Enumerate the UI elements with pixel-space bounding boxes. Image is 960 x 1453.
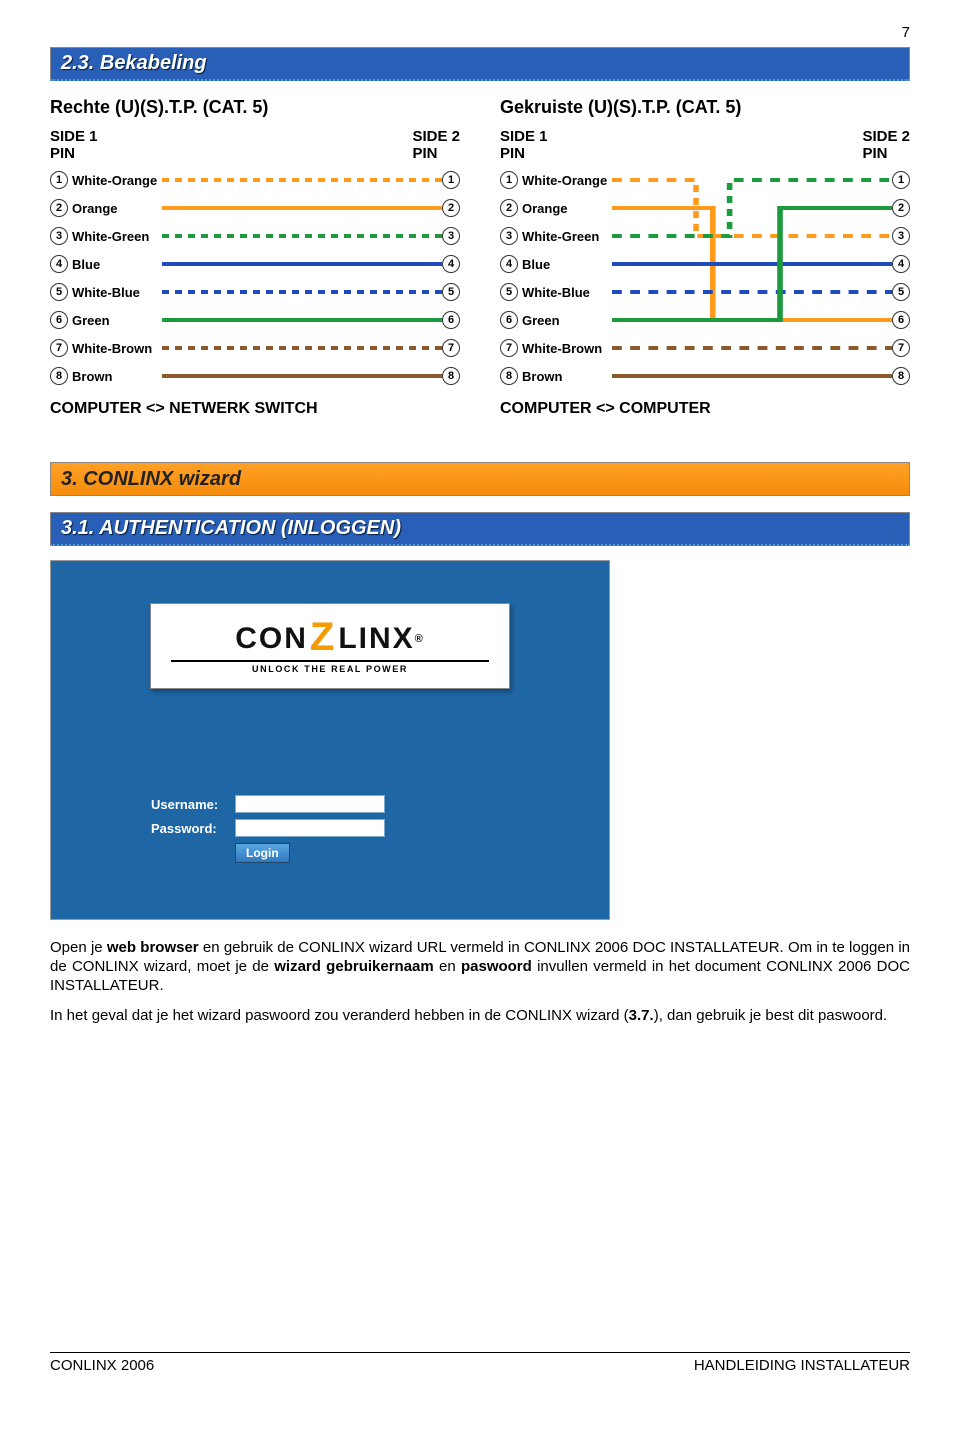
wire-label: Orange: [72, 201, 162, 216]
pin-num-right: 4: [892, 255, 910, 273]
password-label: Password:: [151, 821, 235, 836]
pin-num-left: 8: [500, 367, 518, 385]
pin-num-left: 1: [500, 171, 518, 189]
wire-label: Orange: [522, 201, 612, 216]
wire-label: White-Brown: [522, 341, 612, 356]
pin-row: 8 Brown 8: [50, 362, 460, 390]
pin-num-right: 5: [892, 283, 910, 301]
section-3-1-header: 3.1. AUTHENTICATION (INLOGGEN): [50, 512, 910, 546]
wire-label: White-Green: [72, 229, 162, 244]
section-3-title: 3. CONLINX wizard: [61, 468, 241, 491]
wire-label: White-Green: [522, 229, 612, 244]
pin-row: 7 White-Brown 7: [50, 334, 460, 362]
pin-num-left: 2: [50, 199, 68, 217]
pin-num-left: 3: [50, 227, 68, 245]
conlinx-logo: CON Z LINX ®: [235, 622, 425, 656]
side1-label: SIDE 1PIN: [500, 128, 548, 162]
logo-sub: UNLOCK THE REAL POWER: [252, 664, 408, 674]
wire-label: Brown: [522, 369, 612, 384]
pin-row: 2 Orange 2: [50, 194, 460, 222]
pin-num-right: 7: [442, 339, 460, 357]
pin-num-left: 5: [50, 283, 68, 301]
pin-num-right: 7: [892, 339, 910, 357]
password-input[interactable]: [235, 819, 385, 837]
wire-label: White-Blue: [72, 285, 162, 300]
logo-z-icon: Z: [310, 625, 336, 649]
username-label: Username:: [151, 797, 235, 812]
pin-num-right: 5: [442, 283, 460, 301]
pin-row: 1 White-Orange 1: [50, 166, 460, 194]
logo-right: LINX: [338, 622, 414, 656]
wire-label: Blue: [522, 257, 612, 272]
wire-label: Green: [72, 313, 162, 328]
pin-num-right: 1: [442, 171, 460, 189]
pin-row: 3 White-Green 3: [50, 222, 460, 250]
pin-num-left: 4: [50, 255, 68, 273]
wire-label: Blue: [72, 257, 162, 272]
pin-num-left: 6: [500, 311, 518, 329]
login-logo-panel: CON Z LINX ® UNLOCK THE REAL POWER: [150, 603, 510, 689]
crossover-title: Gekruiste (U)(S).T.P. (CAT. 5): [500, 97, 910, 118]
pin-num-left: 8: [50, 367, 68, 385]
section-2-3-title: 2.3. Bekabeling: [61, 52, 207, 75]
straight-footer: COMPUTER <> NETWERK SWITCH: [50, 400, 460, 418]
straight-cable-diagram: Rechte (U)(S).T.P. (CAT. 5) SIDE 1PIN SI…: [50, 97, 460, 418]
section-2-3-header: 2.3. Bekabeling: [50, 47, 910, 81]
pin-num-right: 6: [442, 311, 460, 329]
wire-label: Green: [522, 313, 612, 328]
wire-label: Brown: [72, 369, 162, 384]
pin-num-right: 8: [442, 367, 460, 385]
pin-num-left: 4: [500, 255, 518, 273]
wire-label: White-Brown: [72, 341, 162, 356]
pin-num-right: 2: [442, 199, 460, 217]
login-button[interactable]: Login: [235, 843, 290, 863]
straight-title: Rechte (U)(S).T.P. (CAT. 5): [50, 97, 460, 118]
paragraph-2: In het geval dat je het wizard paswoord …: [50, 1006, 910, 1025]
pin-num-left: 7: [50, 339, 68, 357]
registered-icon: ®: [415, 633, 425, 645]
crossover-footer: COMPUTER <> COMPUTER: [500, 400, 910, 418]
pin-num-right: 2: [892, 199, 910, 217]
wire-label: White-Orange: [72, 173, 162, 188]
side1-label: SIDE 1PIN: [50, 128, 98, 162]
username-input[interactable]: [235, 795, 385, 813]
pin-row: 4 Blue 4: [50, 250, 460, 278]
pin-num-left: 7: [500, 339, 518, 357]
pin-num-right: 1: [892, 171, 910, 189]
pin-row: 5 White-Blue 5: [50, 278, 460, 306]
page-number-top: 7: [50, 24, 910, 41]
pin-num-right: 8: [892, 367, 910, 385]
pin-num-left: 6: [50, 311, 68, 329]
login-screenshot: CON Z LINX ® UNLOCK THE REAL POWER Usern…: [50, 560, 610, 920]
section-3-1-title: 3.1. AUTHENTICATION (INLOGGEN): [61, 517, 401, 540]
footer-right: HANDLEIDING INSTALLATEUR: [694, 1357, 910, 1374]
pin-num-left: 3: [500, 227, 518, 245]
logo-left: CON: [235, 622, 308, 656]
paragraph-1: Open je web browser en gebruik de CONLIN…: [50, 938, 910, 996]
pin-num-right: 4: [442, 255, 460, 273]
pin-num-right: 6: [892, 311, 910, 329]
pin-num-right: 3: [442, 227, 460, 245]
wire-label: White-Blue: [522, 285, 612, 300]
section-3-header: 3. CONLINX wizard: [50, 462, 910, 496]
side2-label: SIDE 2PIN: [412, 128, 460, 162]
pin-num-left: 5: [500, 283, 518, 301]
footer-left: CONLINX 2006: [50, 1357, 154, 1374]
pin-row: 6 Green 6: [50, 306, 460, 334]
login-form: Username: Password: Login: [151, 795, 385, 863]
pin-num-left: 1: [50, 171, 68, 189]
pin-num-left: 2: [500, 199, 518, 217]
wire-label: White-Orange: [522, 173, 612, 188]
side2-label: SIDE 2PIN: [862, 128, 910, 162]
crossover-cable-diagram: Gekruiste (U)(S).T.P. (CAT. 5) SIDE 1PIN…: [500, 97, 910, 418]
pin-num-right: 3: [892, 227, 910, 245]
